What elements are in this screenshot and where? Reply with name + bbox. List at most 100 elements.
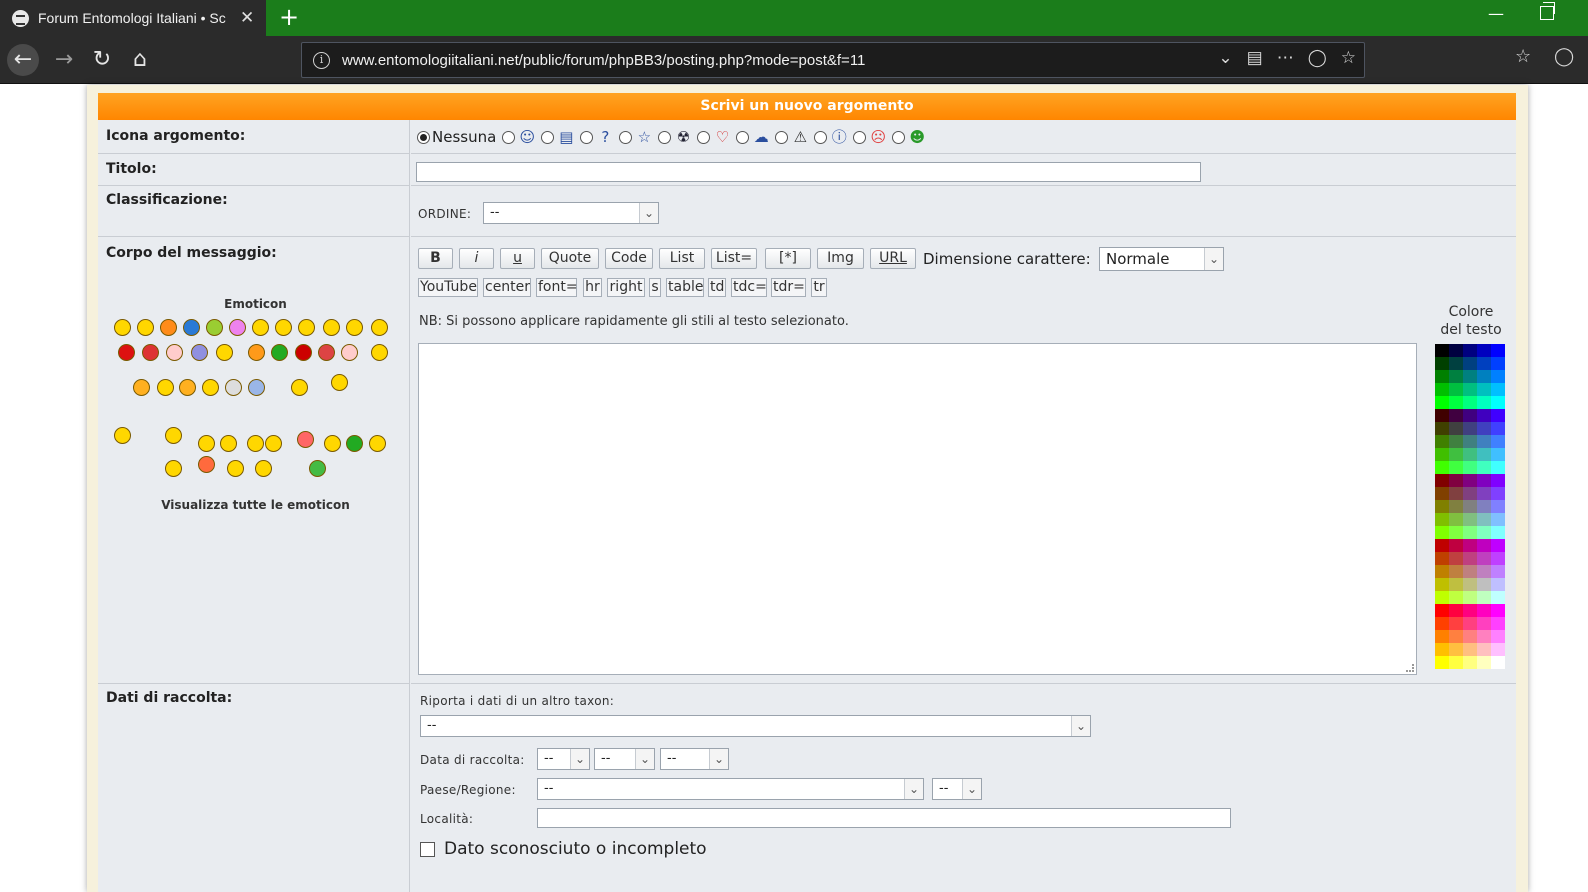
- list-button[interactable]: List: [659, 248, 705, 269]
- color-swatch[interactable]: [1435, 461, 1449, 474]
- country-select[interactable]: -- ⌄: [537, 778, 924, 800]
- color-swatch[interactable]: [1463, 344, 1477, 357]
- emoticon-think-icon[interactable]: [216, 344, 233, 361]
- color-swatch[interactable]: [1491, 578, 1505, 591]
- topic-icon-radio[interactable]: [892, 130, 906, 144]
- color-swatch[interactable]: [1449, 461, 1463, 474]
- date-year-select[interactable]: -- ⌄: [660, 748, 729, 770]
- color-swatch[interactable]: [1477, 630, 1491, 643]
- color-swatch[interactable]: [1435, 448, 1449, 461]
- color-swatch[interactable]: [1477, 344, 1491, 357]
- color-swatch[interactable]: [1491, 591, 1505, 604]
- topic-icon-radio[interactable]: [814, 130, 828, 144]
- emoticon-key-icon[interactable]: [255, 460, 272, 477]
- emoticon-idea-icon[interactable]: [157, 379, 174, 396]
- emoticon-mad-icon[interactable]: [118, 344, 135, 361]
- emoticon-lol-icon[interactable]: [371, 319, 388, 336]
- color-swatch[interactable]: [1449, 487, 1463, 500]
- color-swatch[interactable]: [1477, 617, 1491, 630]
- emoticon-yellow-icon[interactable]: [369, 435, 386, 452]
- emoticon-angry-icon[interactable]: [142, 344, 159, 361]
- color-swatch[interactable]: [1491, 630, 1505, 643]
- color-swatch[interactable]: [1491, 513, 1505, 526]
- color-swatch[interactable]: [1463, 513, 1477, 526]
- color-swatch[interactable]: [1435, 370, 1449, 383]
- color-swatch[interactable]: [1477, 500, 1491, 513]
- emoticon-shifty-icon[interactable]: [298, 319, 315, 336]
- emoticon-gun-icon[interactable]: [291, 379, 308, 396]
- color-swatch[interactable]: [1463, 578, 1477, 591]
- topic-icon-radio-none[interactable]: [417, 130, 430, 144]
- emoticon-confused-icon[interactable]: [275, 319, 292, 336]
- emoticon-sad-icon[interactable]: [183, 319, 200, 336]
- color-swatch[interactable]: [1491, 474, 1505, 487]
- color-swatch[interactable]: [1491, 422, 1505, 435]
- account-icon[interactable]: ◯: [1554, 46, 1574, 67]
- color-swatch[interactable]: [1477, 513, 1491, 526]
- color-swatch[interactable]: [1449, 552, 1463, 565]
- color-swatch[interactable]: [1435, 344, 1449, 357]
- color-swatch[interactable]: [1435, 565, 1449, 578]
- color-swatch[interactable]: [1491, 383, 1505, 396]
- color-swatch[interactable]: [1435, 513, 1449, 526]
- emoticon-grin-icon[interactable]: [137, 319, 154, 336]
- emoticon-blush-icon[interactable]: [166, 344, 183, 361]
- font-button[interactable]: font=: [536, 278, 578, 297]
- color-swatch[interactable]: [1463, 526, 1477, 539]
- color-swatch[interactable]: [1491, 526, 1505, 539]
- emoticon-duck-icon[interactable]: [331, 374, 348, 391]
- color-swatch[interactable]: [1491, 370, 1505, 383]
- color-swatch[interactable]: [1449, 643, 1463, 656]
- emoticon-point-icon[interactable]: [165, 460, 182, 477]
- color-swatch[interactable]: [1463, 383, 1477, 396]
- view-all-emoticons-link[interactable]: Visualizza tutte le emoticon: [113, 498, 398, 512]
- quote-button[interactable]: Quote: [541, 248, 599, 269]
- unknown-data-checkbox[interactable]: [420, 841, 435, 857]
- emoticon-rolleyes-icon[interactable]: [318, 344, 335, 361]
- tr-button[interactable]: tr: [811, 278, 827, 297]
- reload-icon[interactable]: ↻: [86, 44, 118, 76]
- underline-button[interactable]: u: [500, 248, 535, 269]
- font-size-select[interactable]: Normale ⌄: [1099, 247, 1224, 271]
- color-swatch[interactable]: [1449, 513, 1463, 526]
- region-select[interactable]: -- ⌄: [932, 778, 982, 800]
- ordered-list-button[interactable]: List=: [711, 248, 757, 269]
- color-swatch[interactable]: [1435, 643, 1449, 656]
- color-swatch[interactable]: [1449, 565, 1463, 578]
- emoticon-green-icon[interactable]: [271, 344, 288, 361]
- topic-icon-radio[interactable]: [619, 130, 633, 144]
- color-swatch[interactable]: [1477, 656, 1491, 669]
- color-swatch[interactable]: [1449, 370, 1463, 383]
- color-swatch[interactable]: [1491, 344, 1505, 357]
- color-swatch[interactable]: [1449, 357, 1463, 370]
- color-swatch[interactable]: [1449, 474, 1463, 487]
- emoticon-pair2-icon[interactable]: [265, 435, 282, 452]
- color-swatch[interactable]: [1435, 435, 1449, 448]
- browser-tab[interactable]: Forum Entomologi Italiani • Sc ✕: [0, 0, 266, 36]
- color-swatch[interactable]: [1463, 357, 1477, 370]
- color-swatch[interactable]: [1435, 396, 1449, 409]
- bookmark-star-icon[interactable]: ☆: [1341, 48, 1356, 68]
- emoticon-pair-icon[interactable]: [247, 435, 264, 452]
- color-swatch[interactable]: [1435, 500, 1449, 513]
- color-swatch[interactable]: [1449, 500, 1463, 513]
- color-swatch[interactable]: [1491, 539, 1505, 552]
- color-swatch[interactable]: [1463, 552, 1477, 565]
- emoticon-wink-icon[interactable]: [252, 319, 269, 336]
- color-swatch[interactable]: [1491, 604, 1505, 617]
- color-swatch[interactable]: [1463, 565, 1477, 578]
- color-swatch[interactable]: [1491, 656, 1505, 669]
- color-swatch[interactable]: [1463, 370, 1477, 383]
- color-swatch[interactable]: [1435, 383, 1449, 396]
- color-swatch[interactable]: [1463, 617, 1477, 630]
- color-swatch[interactable]: [1463, 591, 1477, 604]
- color-swatch[interactable]: [1463, 630, 1477, 643]
- color-swatch[interactable]: [1435, 617, 1449, 630]
- color-swatch[interactable]: [1491, 409, 1505, 422]
- url-button[interactable]: URL: [870, 248, 916, 269]
- emoticon-arrow-icon[interactable]: [179, 379, 196, 396]
- color-swatch[interactable]: [1477, 396, 1491, 409]
- color-swatch[interactable]: [1463, 500, 1477, 513]
- color-swatch[interactable]: [1491, 500, 1505, 513]
- color-swatch[interactable]: [1491, 643, 1505, 656]
